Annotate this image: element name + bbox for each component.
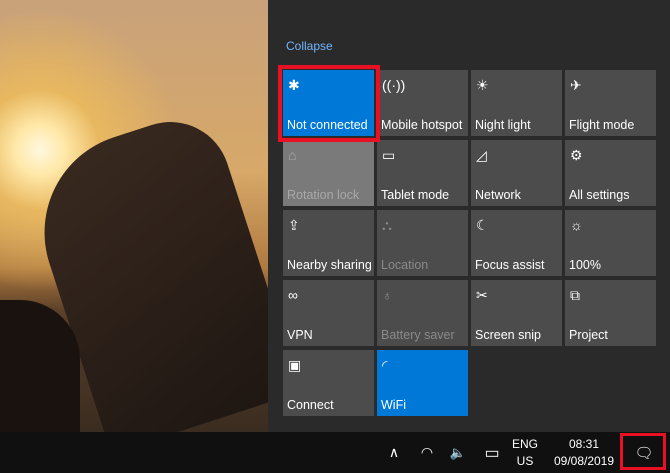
airplane-icon: ✈ (570, 77, 582, 93)
tile-label: WiFi (381, 398, 406, 412)
tile-label: Battery saver (381, 328, 455, 342)
tile-wifi[interactable]: ◜ WiFi (377, 350, 468, 416)
gear-icon: ⚙ (570, 147, 583, 163)
tile-all-settings[interactable]: ⚙ All settings (565, 140, 656, 206)
tile-screen-snip[interactable]: ✂ Screen snip (471, 280, 562, 346)
tablet-mode-icon: ▭ (382, 147, 396, 163)
show-hidden-icons-chevron-icon[interactable]: ∧ (382, 432, 406, 473)
project-icon: ⧉ (570, 287, 580, 303)
network-icon: ◿ (476, 147, 487, 163)
language-indicator[interactable]: ENG US (510, 432, 540, 473)
tile-nearby-sharing[interactable]: ⇪ Nearby sharing (283, 210, 374, 276)
tile-vpn[interactable]: ∞ VPN (283, 280, 374, 346)
screen-snip-icon: ✂ (476, 287, 488, 303)
moon-icon: ☾ (476, 217, 489, 233)
tile-mobile-hotspot[interactable]: ((·)) Mobile hotspot (377, 70, 468, 136)
vpn-icon: ∞ (288, 287, 298, 303)
clock[interactable]: 08:31 09/08/2019 (550, 432, 618, 473)
tile-label: Location (381, 258, 429, 272)
tile-location[interactable]: ⛬ Location (377, 210, 468, 276)
language-code: ENG (511, 436, 538, 451)
rotation-lock-icon: ⌂ (288, 147, 297, 163)
wifi-icon[interactable]: ◠ (415, 432, 439, 473)
tile-label: Nearby sharing (287, 258, 372, 272)
tile-connect[interactable]: ▣ Connect (283, 350, 374, 416)
tile-night-light[interactable]: ☀ Night light (471, 70, 562, 136)
highlight-box (620, 433, 666, 470)
tile-battery-saver[interactable]: ♁ Battery saver (377, 280, 468, 346)
tile-project[interactable]: ⧉ Project (565, 280, 656, 346)
tile-label: 100% (569, 258, 601, 272)
volume-icon[interactable]: 🔈 (446, 432, 470, 473)
tile-label: Connect (287, 398, 334, 412)
nearby-sharing-icon: ⇪ (288, 217, 300, 233)
tile-label: VPN (287, 328, 313, 342)
tile-focus-assist[interactable]: ☾ Focus assist (471, 210, 562, 276)
tile-label: Project (569, 328, 608, 342)
wifi-icon: ◜ (382, 357, 388, 373)
tile-tablet-mode[interactable]: ▭ Tablet mode (377, 140, 468, 206)
collapse-link[interactable]: Collapse (286, 39, 333, 53)
tile-label: Screen snip (475, 328, 542, 342)
night-light-icon: ☀ (476, 77, 489, 93)
battery-saver-icon: ♁ (382, 287, 393, 303)
desktop-wallpaper (0, 0, 302, 454)
hotspot-icon: ((·)) (382, 77, 406, 93)
tile-network[interactable]: ◿ Network (471, 140, 562, 206)
brightness-icon: ☼ (570, 217, 583, 233)
location-icon: ⛬ (382, 217, 392, 233)
highlight-box (278, 65, 380, 142)
tile-label: Tablet mode (381, 188, 450, 202)
tile-flight-mode[interactable]: ✈ Flight mode (565, 70, 656, 136)
battery-icon[interactable]: ▭ (479, 432, 505, 473)
date: 09/08/2019 (553, 453, 615, 468)
tile-label: Rotation lock (287, 188, 360, 202)
tile-100[interactable]: ☼ 100% (565, 210, 656, 276)
tile-rotation-lock[interactable]: ⌂ Rotation lock (283, 140, 374, 206)
tile-label: Focus assist (475, 258, 545, 272)
tile-label: Night light (475, 118, 531, 132)
tile-label: Flight mode (569, 118, 635, 132)
keyboard-layout: US (516, 453, 534, 468)
time: 08:31 (568, 436, 600, 451)
connect-icon: ▣ (288, 357, 302, 373)
taskbar: ∧ ◠ 🔈 ▭ ENG US 08:31 09/08/2019 🗨 (0, 432, 670, 473)
tile-label: Network (475, 188, 521, 202)
tile-label: All settings (569, 188, 630, 202)
tile-label: Mobile hotspot (381, 118, 463, 132)
